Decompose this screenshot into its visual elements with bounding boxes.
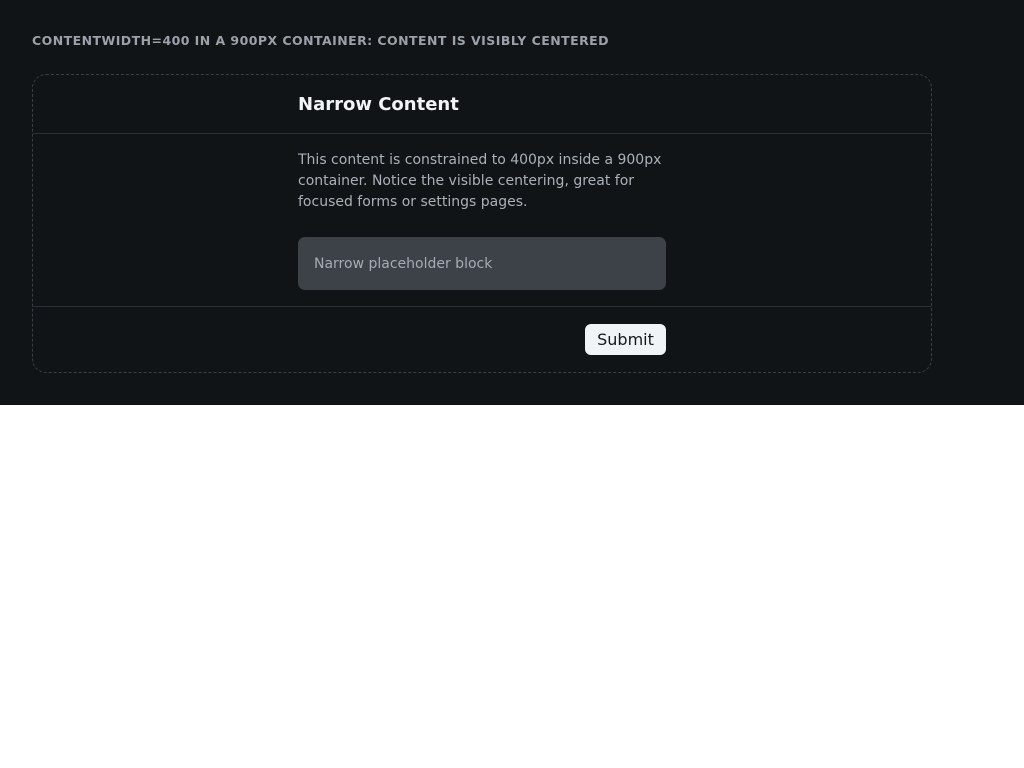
placeholder-block: Narrow placeholder block (298, 237, 666, 290)
demo-caption: CONTENTWIDTH=400 IN A 900PX CONTAINER: C… (32, 33, 609, 48)
submit-button[interactable]: Submit (585, 324, 666, 355)
card-header: Narrow Content (33, 75, 931, 134)
card-title: Narrow Content (298, 94, 459, 115)
container-frame: Narrow Content This content is constrain… (32, 74, 932, 373)
card-footer: Submit (33, 306, 931, 372)
placeholder-block-label: Narrow placeholder block (314, 255, 493, 272)
card-description: This content is constrained to 400px ins… (298, 152, 662, 210)
demo-stage: CONTENTWIDTH=400 IN A 900PX CONTAINER: C… (0, 0, 1024, 405)
